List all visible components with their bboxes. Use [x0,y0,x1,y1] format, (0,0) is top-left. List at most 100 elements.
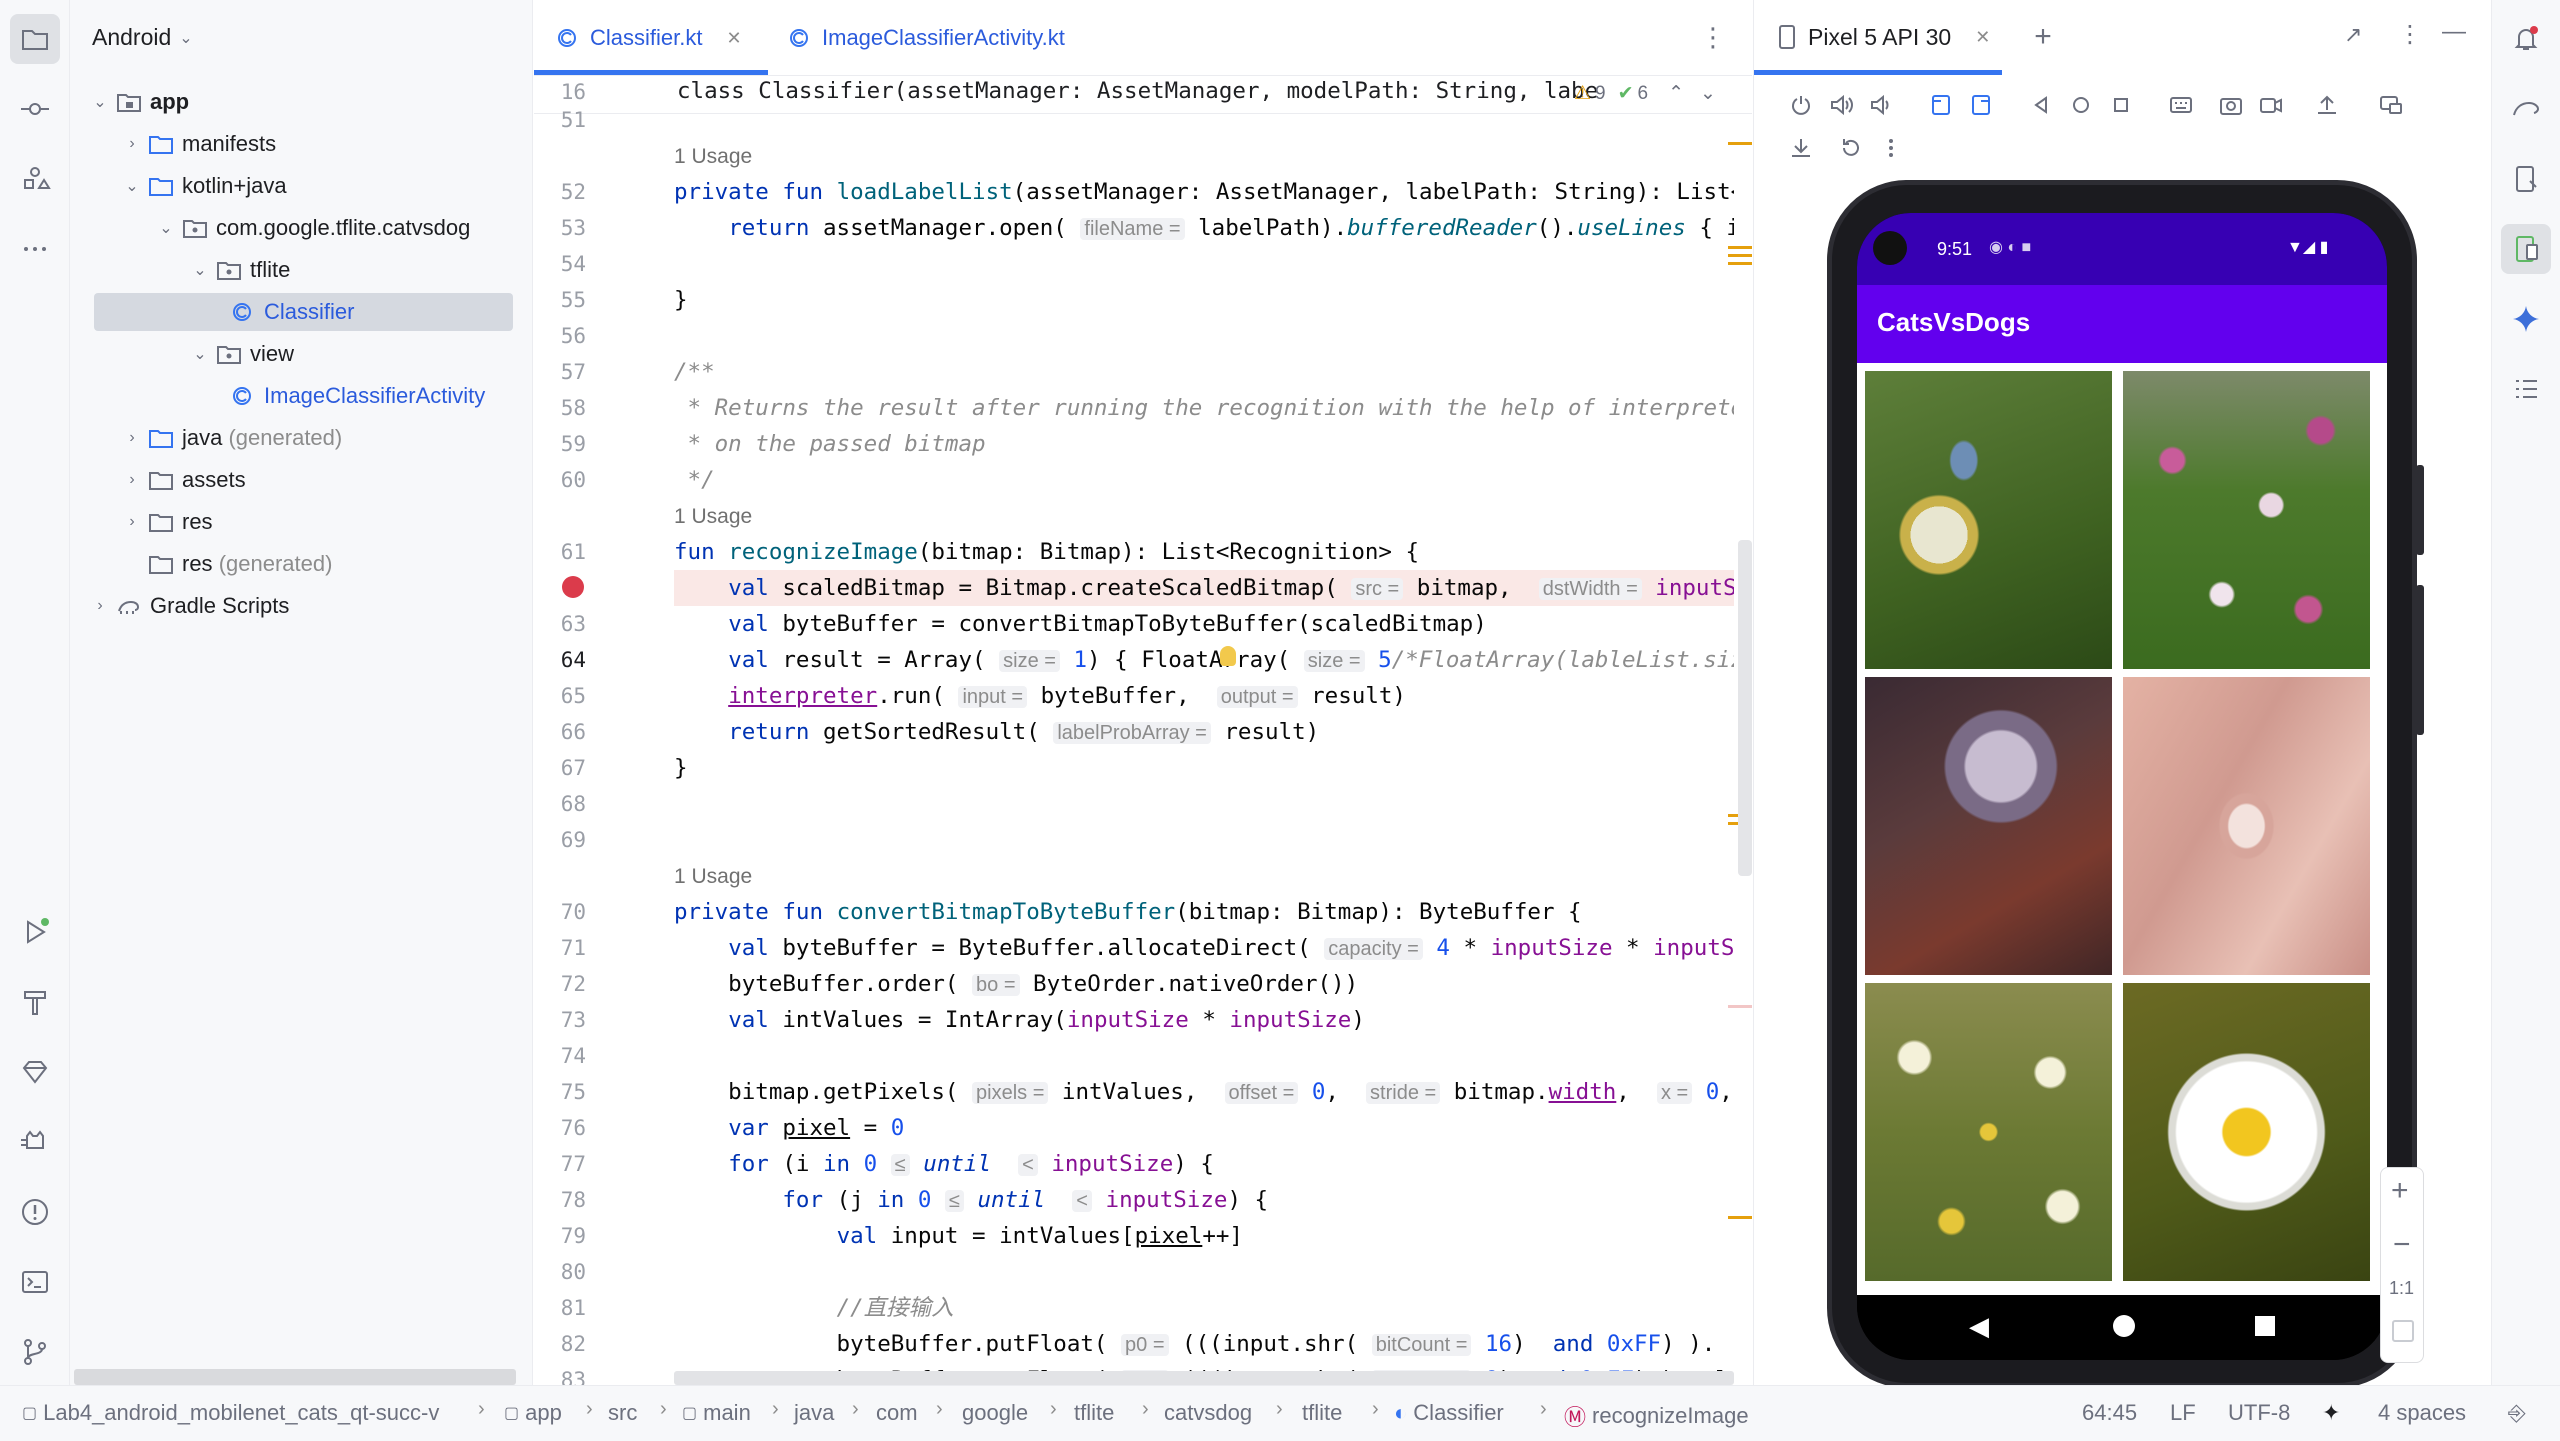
external-window-icon[interactable]: ↗ [2344,22,2362,48]
tree-item-res[interactable]: › res [122,503,212,541]
tree-item-classifier[interactable]: Classifier [94,293,513,331]
structure-icon[interactable] [2501,364,2551,414]
code-area[interactable]: 1 Usage private fun loadLabelList(assetM… [674,114,1752,1385]
side-button[interactable] [2416,585,2424,735]
line-number[interactable]: 79 [534,1224,586,1248]
device-screen[interactable]: 9:51 ◉ ◐ ■ ▼◢ ▮ CatsVsDogs ◀ [1857,213,2387,1360]
gradle-sync-icon[interactable] [2501,84,2551,134]
more-vertical-icon[interactable]: ⋮ [2398,20,2422,49]
volume-down-icon[interactable] [1864,88,1898,122]
volume-up-icon[interactable] [1824,88,1858,122]
tab-classifier-kt[interactable]: Classifier.kt ✕ [556,18,742,58]
horizontal-scrollbar[interactable] [674,1371,1734,1385]
line-number[interactable]: 76 [534,1116,586,1140]
logcat-icon[interactable] [10,1117,60,1167]
tree-item-view[interactable]: ⌄ view [190,335,294,373]
line-number[interactable]: 82 [534,1332,586,1356]
line-number[interactable]: 63 [534,612,586,636]
back-icon[interactable] [2024,88,2058,122]
line-number[interactable]: 66 [534,720,586,744]
line-number[interactable]: 80 [534,1260,586,1284]
usage-hint[interactable]: 1 Usage [674,505,752,528]
tree-item-gradle-scripts[interactable]: › Gradle Scripts [90,587,289,625]
tree-item-image-classifier-activity[interactable]: ImageClassifierActivity [224,377,485,415]
line-number[interactable]: 55 [534,288,586,312]
line-number[interactable]: 67 [534,756,586,780]
line-number[interactable]: 78 [534,1188,586,1212]
horizontal-scrollbar[interactable] [74,1369,516,1385]
line-number[interactable]: 68 [534,792,586,816]
terminal-icon[interactable] [10,1257,60,1307]
running-devices-icon[interactable] [2501,224,2551,274]
line-number[interactable]: 56 [534,324,586,348]
tree-item-java-generated[interactable]: › java (generated) [122,419,342,457]
home-icon[interactable] [2064,88,2098,122]
close-icon[interactable]: ✕ [726,28,741,49]
usage-hint[interactable]: 1 Usage [674,145,752,168]
zoom-fit-icon[interactable] [2392,1320,2414,1342]
add-icon[interactable]: + [2034,20,2052,54]
photo-flower-field[interactable] [2123,371,2370,669]
chevron-down-icon[interactable]: ⌄ [1700,82,1716,105]
tree-item-package[interactable]: ⌄ com.google.tflite.catvsdog [156,209,470,247]
nav-recents-icon[interactable] [2255,1316,2275,1336]
photo-butterfly-daisy[interactable] [1865,371,2112,669]
tab-pixel-5[interactable]: Pixel 5 API 30 ✕ + [1776,20,2052,54]
side-button[interactable] [2416,465,2424,555]
warning-marker[interactable] [1728,1216,1752,1219]
line-number[interactable]: 60 [534,468,586,492]
file-encoding[interactable]: UTF-8 [2228,1400,2290,1426]
breadcrumb-src[interactable]: src [608,1400,637,1426]
overview-icon[interactable] [2104,88,2138,122]
power-icon[interactable] [1784,88,1818,122]
line-number[interactable]: 51 [534,108,586,132]
line-number[interactable]: 75 [534,1080,586,1104]
breadcrumb-tflite[interactable]: tflite [1074,1400,1114,1426]
photo-chamomile-field[interactable] [1865,983,2112,1281]
record-icon[interactable] [2254,88,2288,122]
tree-item-res-generated[interactable]: res (generated) [142,545,332,583]
more-vertical-icon[interactable]: ⋮ [1700,22,1726,53]
line-number[interactable]: 72 [534,972,586,996]
indent-setting[interactable]: 4 spaces [2378,1400,2466,1426]
line-number[interactable]: 73 [534,1008,586,1032]
vertical-scrollbar[interactable] [1738,540,1752,876]
line-number[interactable]: 77 [534,1152,586,1176]
reset-icon[interactable] [1834,131,1868,165]
project-folder-icon[interactable] [10,14,60,64]
error-marker[interactable] [1728,1005,1752,1008]
problems-icon[interactable] [10,1187,60,1237]
breadcrumb-app[interactable]: ▢ app [504,1400,562,1426]
line-number[interactable]: 69 [534,828,586,852]
minimize-icon[interactable]: — [2442,18,2466,46]
photo-petal-droplet[interactable] [2123,677,2370,975]
tree-item-app[interactable]: ⌄ app [90,83,189,121]
more-tools-icon[interactable] [10,224,60,274]
line-number[interactable]: 52 [534,180,586,204]
photo-dandelion[interactable] [1865,677,2112,975]
breadcrumb-tflite-2[interactable]: tflite [1302,1400,1342,1426]
line-number[interactable]: 70 [534,900,586,924]
zoom-in-icon[interactable]: + [2391,1174,2409,1208]
gemini-icon[interactable] [2501,294,2551,344]
line-separator[interactable]: LF [2170,1400,2196,1426]
tree-item-kotlin-java[interactable]: ⌄ kotlin+java [122,167,286,205]
breadcrumb-classifier[interactable]: ◐ Classifier [1394,1400,1504,1426]
device-manager-icon[interactable] [2501,154,2551,204]
rotate-right-icon[interactable] [1964,88,1998,122]
photo-daisy[interactable] [2123,983,2370,1281]
line-number[interactable]: 58 [534,396,586,420]
lock-icon[interactable]: ⎆ [2508,1400,2526,1426]
chevron-up-icon[interactable]: ⌃ [1668,82,1684,105]
gem-icon[interactable] [10,1047,60,1097]
breakpoint-icon[interactable] [562,576,584,598]
resource-manager-icon[interactable] [10,154,60,204]
notifications-icon[interactable] [2501,14,2551,64]
usage-hint[interactable]: 1 Usage [674,865,752,888]
nav-home-icon[interactable] [2113,1315,2135,1337]
indexing-icon[interactable]: ✦ [2322,1400,2340,1426]
line-number[interactable]: 74 [534,1044,586,1068]
warnings-indicator[interactable]: ⚠ 9 ✔ 6 ⌃ ⌄ [1574,82,1716,105]
line-number[interactable]: 57 [534,360,586,384]
breadcrumb-google[interactable]: google [962,1400,1028,1426]
